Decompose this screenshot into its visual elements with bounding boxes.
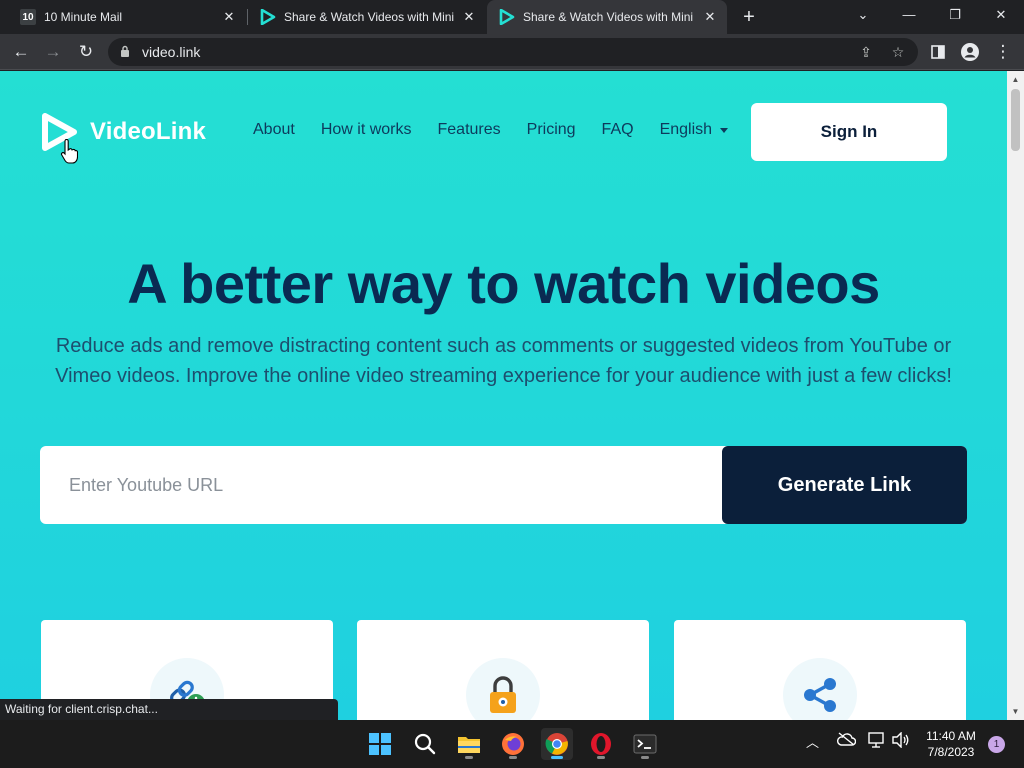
running-indicator bbox=[641, 756, 649, 759]
browser-toolbar: ← → ↻ video.link ⇪ ☆ ⋮ bbox=[0, 34, 1024, 70]
file-explorer-icon[interactable] bbox=[453, 728, 485, 760]
new-tab-button[interactable]: + bbox=[737, 5, 761, 29]
notification-badge[interactable]: 1 bbox=[988, 736, 1005, 753]
reload-icon[interactable]: ↻ bbox=[74, 40, 98, 64]
brand-name: VideoLink bbox=[90, 118, 207, 145]
language-dropdown[interactable]: English bbox=[659, 121, 729, 139]
language-label: English bbox=[659, 121, 713, 138]
terminal-icon[interactable] bbox=[629, 728, 661, 760]
status-bubble: Waiting for client.crisp.chat... bbox=[0, 699, 338, 720]
clock-date: 7/8/2023 bbox=[927, 745, 975, 759]
running-indicator bbox=[597, 756, 605, 759]
window-close-button[interactable]: ✕ bbox=[978, 0, 1024, 30]
address-text: video.link bbox=[142, 44, 201, 60]
running-indicator bbox=[551, 756, 563, 759]
scroll-down-arrow-icon[interactable]: ▼ bbox=[1007, 703, 1024, 720]
minimize-button[interactable]: — bbox=[886, 0, 932, 30]
profile-avatar-icon[interactable] bbox=[958, 40, 982, 64]
share-icon bbox=[804, 678, 836, 712]
windows-taskbar: ︿ 11:40 AM 7/8/2023 1 bbox=[0, 720, 1024, 768]
feature-icon-circle bbox=[466, 658, 540, 720]
back-arrow-icon[interactable]: ← bbox=[9, 40, 33, 64]
videolink-icon bbox=[499, 9, 515, 25]
opera-icon[interactable] bbox=[585, 728, 617, 760]
onedrive-offline-icon[interactable] bbox=[836, 732, 857, 749]
network-icon[interactable] bbox=[868, 732, 886, 751]
web-page: VideoLink About How it works Features Pr… bbox=[0, 71, 1007, 720]
hero-subtitle: Reduce ads and remove distracting conten… bbox=[55, 335, 952, 387]
running-indicator bbox=[509, 756, 517, 759]
padlock-icon bbox=[490, 676, 516, 713]
tab-title: Share & Watch Videos with Mini bbox=[523, 10, 694, 24]
tab-10-minute-mail[interactable]: 10 10 Minute Mail ✕ bbox=[8, 0, 246, 34]
forward-arrow-icon[interactable]: → bbox=[41, 40, 65, 64]
url-form: Generate Link bbox=[40, 446, 967, 524]
search-icon[interactable] bbox=[409, 728, 441, 760]
tab-strip: 10 10 Minute Mail ✕ Share & Watch Videos… bbox=[0, 0, 1024, 34]
tab-videolink-active[interactable]: Share & Watch Videos with Mini ✕ bbox=[487, 0, 727, 34]
tab-search-chevron-icon[interactable]: ⌄ bbox=[840, 0, 886, 30]
firefox-icon[interactable] bbox=[497, 728, 529, 760]
show-hidden-icons-chevron-icon[interactable]: ︿ bbox=[806, 732, 819, 751]
scroll-up-arrow-icon[interactable]: ▲ bbox=[1007, 71, 1024, 88]
bookmark-star-icon[interactable]: ☆ bbox=[888, 42, 908, 62]
ten-minute-mail-icon: 10 bbox=[20, 9, 36, 25]
clock-time: 11:40 AM bbox=[926, 729, 976, 743]
close-icon[interactable]: ✕ bbox=[458, 9, 480, 25]
hand-cursor-icon bbox=[60, 139, 78, 164]
lock-icon bbox=[121, 45, 129, 57]
main-nav: About How it works Features Pricing FAQ … bbox=[253, 121, 729, 139]
nav-faq[interactable]: FAQ bbox=[602, 121, 634, 139]
feature-card-share bbox=[674, 620, 966, 720]
caret-down-icon bbox=[720, 127, 729, 133]
close-icon[interactable]: ✕ bbox=[218, 9, 240, 25]
tab-title: 10 Minute Mail bbox=[44, 10, 123, 24]
scrollbar-thumb[interactable] bbox=[1011, 89, 1020, 151]
side-panel-icon[interactable] bbox=[926, 40, 950, 64]
nav-how-it-works[interactable]: How it works bbox=[321, 121, 412, 139]
youtube-url-input[interactable] bbox=[40, 446, 722, 524]
address-bar[interactable]: video.link ⇪ ☆ bbox=[108, 38, 918, 66]
generate-link-button[interactable]: Generate Link bbox=[722, 446, 967, 524]
videolink-icon bbox=[260, 9, 276, 25]
page-scrollbar[interactable]: ▲ ▼ bbox=[1007, 71, 1024, 720]
nav-pricing[interactable]: Pricing bbox=[527, 121, 576, 139]
restore-button[interactable]: ❐ bbox=[932, 0, 978, 30]
kebab-menu-icon[interactable]: ⋮ bbox=[991, 40, 1015, 64]
feature-icon-circle bbox=[783, 658, 857, 720]
close-icon[interactable]: ✕ bbox=[699, 9, 721, 25]
nav-about[interactable]: About bbox=[253, 121, 295, 139]
start-icon[interactable] bbox=[364, 728, 396, 760]
tab-videolink-1[interactable]: Share & Watch Videos with Mini ✕ bbox=[248, 0, 486, 34]
running-indicator bbox=[465, 756, 473, 759]
hero-title: A better way to watch videos bbox=[127, 252, 880, 315]
feature-card-lock bbox=[357, 620, 649, 720]
nav-features[interactable]: Features bbox=[438, 121, 501, 139]
share-page-icon[interactable]: ⇪ bbox=[856, 42, 876, 62]
taskbar-clock[interactable]: 11:40 AM 7/8/2023 bbox=[918, 728, 984, 760]
sign-in-button[interactable]: Sign In bbox=[751, 103, 947, 161]
chrome-icon[interactable] bbox=[541, 728, 573, 760]
volume-icon[interactable] bbox=[892, 731, 910, 751]
tab-title: Share & Watch Videos with Mini bbox=[284, 10, 455, 24]
